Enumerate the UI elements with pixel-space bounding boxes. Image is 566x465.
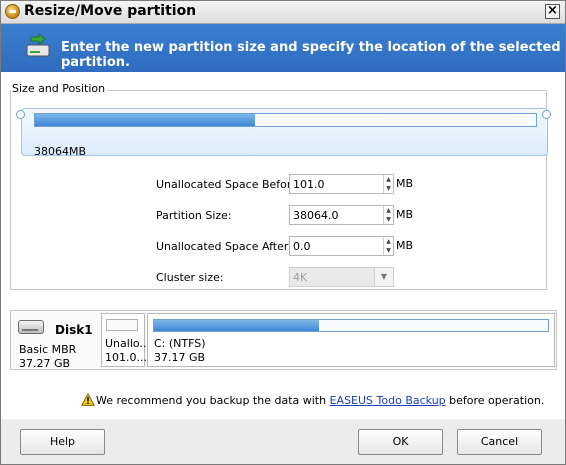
partition-segment-label: C: (NTFS): [154, 337, 206, 350]
unallocated-after-value[interactable]: 0.0: [293, 240, 311, 253]
unallocated-before-value[interactable]: 101.0: [293, 178, 325, 191]
close-icon[interactable]: ×: [545, 4, 560, 19]
unit-label: MB: [396, 208, 414, 221]
spin-up-icon[interactable]: ▲: [384, 206, 393, 215]
help-button[interactable]: Help: [20, 429, 105, 455]
unallocated-segment-size: 101.0...: [105, 351, 147, 364]
unit-label: MB: [396, 177, 414, 190]
dialog-content: Size and Position 38064MB Unallocated Sp…: [1, 72, 565, 419]
easeus-backup-link[interactable]: EASEUS Todo Backup: [330, 394, 446, 407]
unit-label: MB: [396, 239, 414, 252]
unallocated-before-label: Unallocated Space Before:: [156, 178, 302, 191]
partition-size-field-label: Partition Size:: [156, 209, 232, 222]
ok-button[interactable]: OK: [358, 429, 443, 455]
hard-disk-icon: [18, 320, 44, 334]
right-resize-handle[interactable]: [542, 110, 551, 119]
partition-size-value[interactable]: 38064.0: [293, 209, 339, 222]
disk-name: Disk1: [55, 323, 93, 337]
left-resize-handle[interactable]: [16, 110, 25, 119]
disk-resize-icon: [26, 33, 50, 57]
spin-down-icon[interactable]: ▼: [384, 246, 393, 255]
app-icon: [5, 4, 20, 19]
disk-size: 37.27 GB: [19, 357, 71, 370]
disk-map: Disk1 Basic MBR 37.27 GB Unallo... 101.0…: [10, 310, 557, 370]
instruction-banner: Enter the new partition size and specify…: [1, 24, 565, 72]
partition-size-spinner[interactable]: 38064.0 ▲ ▼: [289, 205, 394, 225]
partition-size-label: 38064MB: [34, 145, 87, 158]
cancel-button-label: Cancel: [480, 435, 519, 448]
unallocated-after-label: Unallocated Space After:: [156, 240, 292, 253]
size-position-group: Size and Position 38064MB Unallocated Sp…: [10, 82, 551, 290]
window-title: Resize/Move partition: [24, 3, 197, 19]
chevron-down-icon[interactable]: ▼: [374, 268, 393, 286]
unallocated-before-spinner[interactable]: 101.0 ▲ ▼: [289, 174, 394, 194]
partition-track[interactable]: [34, 113, 537, 127]
spin-up-icon[interactable]: ▲: [384, 237, 393, 246]
unallocated-after-spinner[interactable]: 0.0 ▲ ▼: [289, 236, 394, 256]
size-position-legend: Size and Position: [11, 82, 108, 95]
warning-text-before: We recommend you backup the data with: [96, 394, 330, 407]
spin-down-icon[interactable]: ▼: [384, 215, 393, 224]
cluster-size-value: 4K: [293, 271, 308, 284]
disk-type: Basic MBR: [19, 343, 77, 356]
backup-warning: We recommend you backup the data with EA…: [81, 393, 544, 407]
instruction-text: Enter the new partition size and specify…: [61, 40, 561, 70]
spin-up-icon[interactable]: ▲: [384, 175, 393, 184]
ok-button-label: OK: [392, 435, 409, 448]
partition-segment-size: 37.17 GB: [154, 351, 206, 364]
warning-text-after: before operation.: [445, 394, 545, 407]
resize-move-dialog: Resize/Move partition × Enter the new pa…: [0, 0, 566, 465]
spin-down-icon[interactable]: ▼: [384, 184, 393, 193]
help-button-label: Help: [49, 435, 76, 448]
partition-segment[interactable]: C: (NTFS) 37.17 GB: [147, 313, 555, 367]
cluster-size-label: Cluster size:: [156, 271, 224, 284]
unallocated-bar: [106, 319, 138, 331]
cancel-button[interactable]: Cancel: [457, 429, 542, 455]
disk-info: Disk1 Basic MBR 37.27 GB: [11, 311, 101, 370]
title-bar[interactable]: Resize/Move partition ×: [1, 1, 565, 24]
partition-resize-bar[interactable]: 38064MB: [21, 108, 548, 158]
warning-icon: [81, 393, 95, 406]
partition-segment-track: [153, 319, 549, 332]
partition-segment-fill: [154, 320, 320, 331]
unallocated-segment-label: Unallo...: [105, 337, 150, 350]
cluster-size-select[interactable]: 4K ▼: [289, 267, 394, 287]
unallocated-segment[interactable]: Unallo... 101.0...: [101, 313, 150, 367]
partition-used-fill: [35, 114, 256, 126]
